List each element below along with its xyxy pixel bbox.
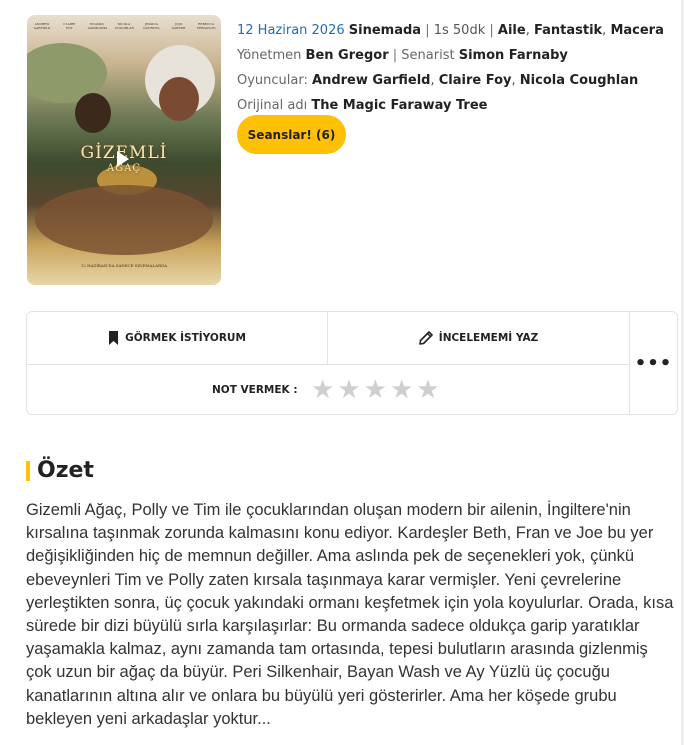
- cast-link[interactable]: Andrew Garfield: [312, 73, 430, 88]
- summary-title: Özet: [37, 458, 94, 483]
- release-date[interactable]: 12 Haziran 2026: [237, 23, 345, 38]
- writer-label: Senarist: [401, 48, 455, 63]
- more-options-button[interactable]: •••: [630, 312, 677, 414]
- poster-cast-name: NNAMDI ASOMUGHA: [87, 22, 108, 30]
- cast-link[interactable]: Claire Foy: [439, 73, 512, 88]
- cast-link[interactable]: Nicola Coughlan: [520, 73, 639, 88]
- summary-text: Gizemli Ağaç, Polly ve Tim ile çocukları…: [26, 501, 674, 728]
- director-label: Yönetmen: [237, 48, 302, 63]
- watchlist-button[interactable]: GÖRMEK İSTİYORUM: [27, 312, 327, 364]
- poster-cast-name: REBECCA FERGUSON: [196, 22, 216, 30]
- release-status: Sinemada: [348, 23, 422, 38]
- write-review-button[interactable]: İNCELEMEMİ YAZ: [328, 312, 629, 364]
- more-icon: •••: [634, 352, 673, 374]
- genre-link[interactable]: Macera: [610, 23, 663, 38]
- pencil-icon: [418, 331, 433, 345]
- poster-cast-names: ANDREW GARFIELD CLAIRE FOY NNAMDI ASOMUG…: [33, 22, 216, 38]
- poster-cast-name: NICOLA COUGHLAN: [114, 22, 135, 30]
- star-icon[interactable]: ★: [337, 377, 360, 403]
- poster-release-text: 12 HAZİRAN'DA SADECE SİNEMALARDA: [80, 263, 168, 268]
- cast-line: Oyuncular: Andrew Garfield, Claire Foy, …: [237, 73, 639, 88]
- crew-line: Yönetmen Ben Gregor | Senarist Simon Far…: [237, 48, 568, 63]
- poster-art-crowd: [35, 185, 213, 255]
- play-icon[interactable]: [117, 151, 129, 167]
- director-link[interactable]: Ben Gregor: [306, 48, 389, 63]
- release-line: 12 Haziran 2026 Sinemada | 1s 50dk | Ail…: [237, 23, 664, 38]
- watchlist-label: GÖRMEK İSTİYORUM: [125, 332, 246, 344]
- poster-art-character: [75, 93, 111, 133]
- cast-label: Oyuncular:: [237, 73, 308, 88]
- star-icon[interactable]: ★: [364, 377, 387, 403]
- sessions-button[interactable]: Seanslar! (6): [237, 115, 346, 154]
- poster-cast-name: JESSICA GUNNING: [143, 22, 160, 30]
- genre-link[interactable]: Fantastik: [534, 23, 602, 38]
- summary-heading: Özet: [26, 458, 94, 483]
- genre-link[interactable]: Aile: [498, 23, 526, 38]
- duration: 1s 50dk: [433, 23, 486, 38]
- heading-accent-bar: [26, 460, 30, 481]
- rating-row: NOT VERMEK : ★ ★ ★ ★ ★: [27, 365, 629, 414]
- review-label: İNCELEMEMİ YAZ: [438, 332, 539, 344]
- poster-cast-name: CLAIRE FOY: [63, 22, 76, 30]
- original-title: The Magic Faraway Tree: [311, 98, 488, 113]
- star-icon[interactable]: ★: [311, 377, 334, 403]
- star-icon[interactable]: ★: [416, 377, 439, 403]
- poster-art-face: [159, 77, 199, 121]
- movie-info: 12 Haziran 2026 Sinemada | 1s 50dk | Ail…: [237, 18, 677, 118]
- rating-label: NOT VERMEK :: [212, 383, 298, 396]
- poster-cast-name: JOJO SAWYER: [171, 22, 186, 30]
- user-actions-panel: GÖRMEK İSTİYORUM İNCELEMEMİ YAZ ••• NOT …: [26, 311, 678, 415]
- writer-link[interactable]: Simon Farnaby: [459, 48, 568, 63]
- original-title-label: Orijinal adı: [237, 98, 308, 113]
- movie-poster[interactable]: ANDREW GARFIELD CLAIRE FOY NNAMDI ASOMUG…: [27, 15, 221, 285]
- bookmark-icon: [109, 331, 119, 345]
- star-icon[interactable]: ★: [390, 377, 413, 403]
- poster-cast-name: ANDREW GARFIELD: [33, 22, 51, 30]
- star-rating[interactable]: ★ ★ ★ ★ ★: [311, 377, 440, 403]
